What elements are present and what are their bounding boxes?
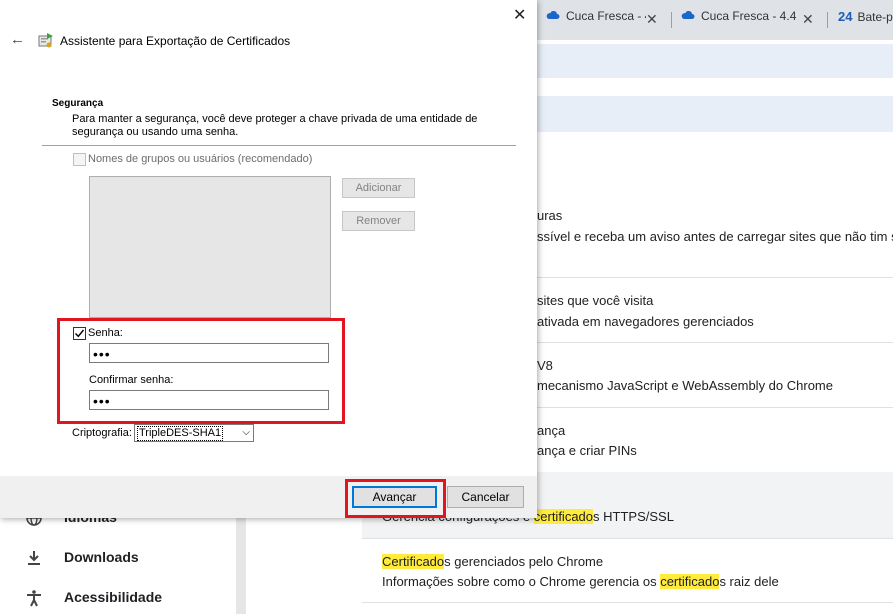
tab-title: Cuca Fresca - 4.4	[566, 9, 646, 23]
tab-divider	[827, 12, 828, 28]
browser-tab[interactable]: 24 Bate-p	[838, 9, 893, 31]
section-title: Segurança	[52, 98, 104, 109]
setting-row-title: V8	[537, 358, 553, 373]
row-divider	[537, 407, 893, 408]
download-icon	[25, 549, 43, 567]
setting-row-title: ança	[537, 423, 566, 438]
sidebar-item-acessibilidade[interactable]: Acessibilidade	[0, 582, 235, 612]
close-icon[interactable]: ✕	[513, 5, 526, 25]
setting-row-desc: ança e criar PINs	[537, 443, 637, 458]
divider	[42, 145, 516, 146]
add-button[interactable]: Adicionar	[342, 178, 415, 198]
search-highlight: certificado	[533, 509, 594, 524]
close-tab-icon[interactable]: ✕	[646, 11, 658, 28]
remove-button[interactable]: Remover	[342, 211, 415, 231]
row-divider	[537, 342, 893, 343]
groups-checkbox[interactable]	[73, 153, 86, 166]
back-arrow-icon[interactable]: ←	[10, 31, 25, 48]
certificate-icon	[37, 32, 55, 50]
settings-search-bar[interactable]	[530, 96, 893, 132]
tab-badge: 24	[838, 9, 853, 24]
chevron-down-icon: ⌵	[242, 427, 250, 438]
browser-tab-strip: Cuca Fresca - 4.4 ✕ Cuca Fresca - 4.4 ✕ …	[530, 0, 893, 40]
setting-row-desc: ativada em navegadores gerenciados	[537, 314, 754, 329]
row-divider	[362, 602, 893, 603]
encryption-value: TripleDES-SHA1	[137, 426, 224, 441]
text-segment: Informações sobre como o Chrome gerencia…	[382, 574, 661, 589]
certificate-export-wizard: ✕ ← Assistente para Exportação de Certif…	[0, 0, 537, 518]
sidebar-scrollbar[interactable]	[236, 517, 246, 614]
search-highlight: Certificado	[382, 554, 445, 569]
setting-row-title: uras	[537, 208, 563, 223]
sidebar-item-downloads[interactable]: Downloads	[0, 542, 235, 572]
address-bar[interactable]	[530, 44, 893, 78]
confirm-password-input[interactable]: •••	[89, 390, 329, 410]
tab-title: Cuca Fresca - 4.4	[701, 9, 797, 23]
browser-tab[interactable]: Cuca Fresca - 4.4	[681, 9, 801, 31]
cloud-icon	[546, 9, 560, 23]
password-checkbox[interactable]	[73, 327, 86, 340]
accessibility-icon	[25, 589, 43, 607]
setting-row-title: sites que você visita	[537, 293, 654, 308]
encryption-label: Criptografia:	[72, 427, 132, 439]
groups-listbox[interactable]	[89, 176, 331, 318]
groups-checkbox-label: Nomes de grupos ou usuários (recomendado…	[88, 153, 313, 165]
cancel-button[interactable]: Cancelar	[447, 486, 524, 508]
row-divider	[362, 538, 893, 539]
setting-row-desc: mecanismo JavaScript e WebAssembly do Ch…	[537, 378, 833, 393]
sidebar-item-label: Downloads	[64, 549, 139, 565]
browser-tab[interactable]: Cuca Fresca - 4.4	[546, 9, 646, 31]
row-divider	[537, 277, 893, 278]
setting-row-desc: ssível e receba um aviso antes de carreg…	[537, 229, 893, 244]
cloud-icon	[681, 9, 695, 23]
wizard-title: Assistente para Exportação de Certificad…	[60, 34, 291, 48]
password-label: Senha:	[88, 327, 123, 339]
checkmark-icon	[75, 329, 85, 338]
text-segment: s gerenciados pelo Chrome	[444, 554, 604, 569]
text-segment: s HTTPS/SSL	[593, 509, 674, 524]
section-description: Para manter a segurança, você deve prote…	[72, 113, 478, 138]
close-tab-icon[interactable]: ✕	[802, 11, 814, 28]
confirm-password-label: Confirmar senha:	[89, 374, 174, 386]
managed-certificates-title[interactable]: Certificados gerenciados pelo Chrome	[382, 554, 603, 569]
tab-title: Bate-p	[857, 10, 893, 24]
managed-certificates-desc: Informações sobre como o Chrome gerencia…	[382, 574, 779, 589]
text-segment: s raiz dele	[719, 574, 779, 589]
next-button[interactable]: Avançar	[352, 486, 437, 508]
password-input[interactable]: •••	[89, 343, 329, 363]
tab-divider	[671, 12, 672, 28]
sidebar-item-label: Acessibilidade	[64, 589, 163, 605]
encryption-select[interactable]: TripleDES-SHA1 ⌵	[134, 424, 254, 442]
search-highlight: certificado	[660, 574, 720, 589]
